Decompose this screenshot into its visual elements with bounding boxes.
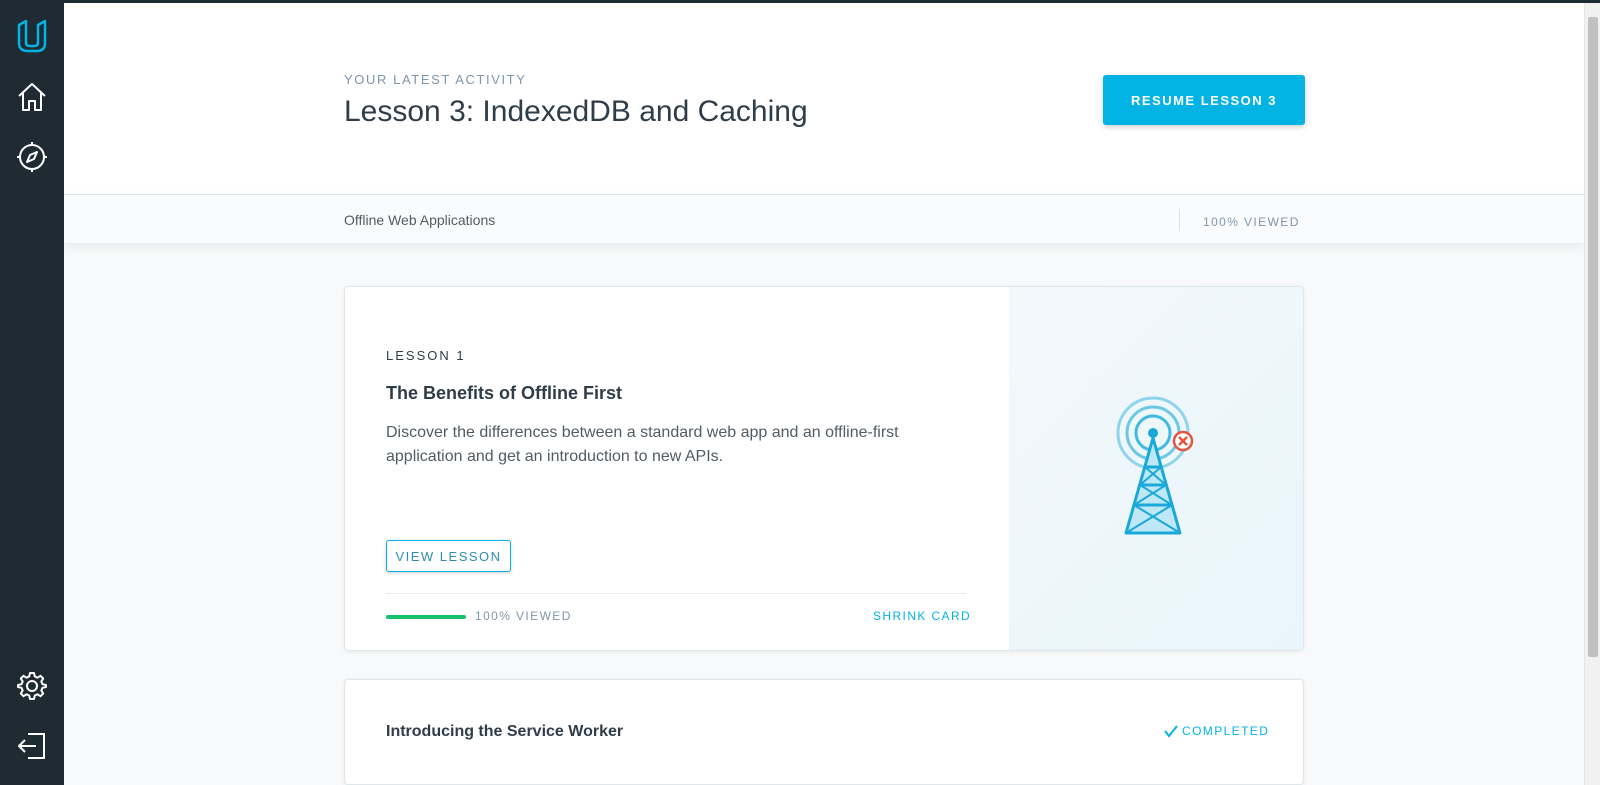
course-name: Offline Web Applications: [344, 212, 496, 228]
eyebrow-label: YOUR LATEST ACTIVITY: [344, 72, 527, 87]
course-bar: Offline Web Applications 100% VIEWED: [64, 195, 1584, 244]
progress-label: 100% VIEWED: [475, 609, 572, 623]
checkmark-icon: [1164, 725, 1178, 738]
divider: [386, 593, 966, 594]
offline-tower-icon: [1116, 396, 1194, 535]
udacity-logo-icon[interactable]: [12, 17, 52, 57]
lesson-title: The Benefits of Offline First: [386, 383, 623, 403]
progress-fill: [386, 615, 466, 619]
progress-bar: [386, 615, 466, 619]
divider: [1179, 209, 1180, 231]
lesson-card-collapsed[interactable]: Introducing the Service Worker COMPLETED: [344, 679, 1304, 785]
lesson-number: LESSON 1: [386, 348, 466, 363]
completed-label: COMPLETED: [1182, 724, 1270, 738]
latest-activity-header: YOUR LATEST ACTIVITY Lesson 3: IndexedDB…: [64, 3, 1584, 195]
completed-status: COMPLETED: [1163, 724, 1269, 738]
page-title: Lesson 3: IndexedDB and Caching: [344, 95, 808, 128]
gear-icon[interactable]: [12, 666, 52, 706]
lesson-card: LESSON 1 The Benefits of Offline First D…: [344, 286, 1304, 651]
lesson-title: Introducing the Service Worker: [386, 723, 624, 740]
home-icon[interactable]: [12, 77, 52, 117]
logout-icon[interactable]: [12, 726, 52, 766]
view-lesson-button[interactable]: VIEW LESSON: [386, 540, 511, 572]
scrollbar[interactable]: [1584, 3, 1600, 785]
resume-lesson-button[interactable]: RESUME LESSON 3: [1103, 75, 1305, 125]
scrollbar-thumb[interactable]: [1588, 17, 1598, 657]
lesson-illustration: [1009, 287, 1303, 650]
sidebar: [0, 3, 64, 785]
shrink-card-link[interactable]: SHRINK CARD: [873, 609, 971, 623]
lesson-description: Discover the differences between a stand…: [386, 424, 899, 465]
course-viewed-status: 100% VIEWED: [1203, 215, 1300, 229]
compass-icon[interactable]: [12, 137, 52, 177]
